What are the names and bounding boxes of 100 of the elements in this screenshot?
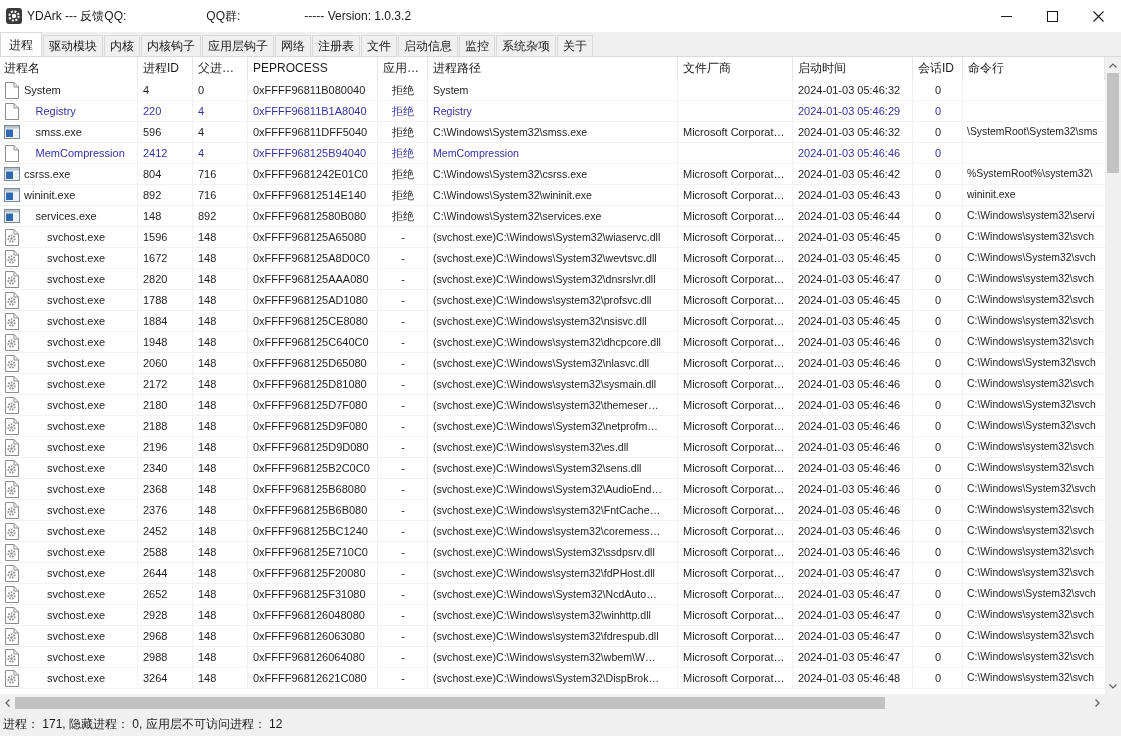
- parent-pid-cell-text: 148: [198, 377, 217, 392]
- tab[interactable]: 内核钩子: [141, 35, 201, 56]
- parent-pid-cell-text: 148: [198, 272, 217, 287]
- scroll-left-icon[interactable]: [5, 699, 10, 707]
- path-cell-text: MemCompression: [433, 146, 519, 161]
- start-time-cell-text: 2024-01-03 05:46:47: [798, 587, 901, 602]
- start-time-cell-text: 2024-01-03 05:46:47: [798, 650, 901, 665]
- vendor-cell-text: Microsoft Corporat…: [683, 545, 785, 560]
- vertical-scrollbar[interactable]: [1105, 57, 1121, 694]
- tab[interactable]: 驱动模块: [43, 35, 103, 56]
- peprocess-cell-text: 0xFFFF968125AAA080: [253, 272, 369, 287]
- window-title: YDArk --- 反馈QQ:: [27, 7, 127, 25]
- tab[interactable]: 关于: [557, 35, 593, 56]
- path-cell-text: (svchost.exe)C:\Windows\System32\wevtsvc.dll: [433, 251, 657, 266]
- command-line-cell-text: C:\Windows\system32\svch: [967, 503, 1095, 517]
- gear-icon: [6, 8, 22, 24]
- start-time-cell-text: 2024-01-03 05:46:45: [798, 251, 901, 266]
- gear-document-icon: [4, 312, 20, 330]
- access-cell-text: -: [401, 461, 405, 476]
- vendor-cell-text: Microsoft Corporat…: [683, 293, 785, 308]
- parent-pid-cell-text: 148: [198, 524, 217, 539]
- start-time-cell-text: 2024-01-03 05:46:46: [798, 545, 901, 560]
- peprocess-cell-text: 0xFFFF96812580B080: [253, 209, 367, 224]
- vendor-cell-text: Microsoft Corporat…: [683, 167, 785, 182]
- peprocess-cell-text: 0xFFFF968125AD1080: [253, 293, 368, 308]
- gear-document-icon: [4, 438, 20, 456]
- parent-pid-cell-text: 148: [198, 587, 217, 602]
- start-time-cell-text: 2024-01-03 05:46:47: [798, 566, 901, 581]
- peprocess-cell-text: 0xFFFF968125F31080: [253, 587, 366, 602]
- path-cell-text: (svchost.exe)C:\Windows\System32\NcdAuto…: [433, 587, 657, 602]
- access-cell-text: -: [401, 230, 405, 245]
- start-time-cell-text: 2024-01-03 05:46:46: [798, 335, 901, 350]
- scroll-right-icon[interactable]: [1095, 699, 1100, 707]
- command-line-cell-text: C:\Windows\system32\svch: [967, 461, 1095, 475]
- tab[interactable]: 文件: [361, 35, 397, 56]
- session-id-cell-text: 0: [934, 608, 942, 623]
- tab[interactable]: 应用层钩子: [202, 35, 274, 56]
- tab[interactable]: 启动信息: [398, 35, 458, 56]
- scroll-thumb[interactable]: [1107, 73, 1119, 173]
- access-cell-text: -: [401, 566, 405, 581]
- parent-pid-cell-text: 148: [198, 314, 217, 329]
- session-id-cell-text: 0: [934, 440, 942, 455]
- gear-document-icon: [4, 417, 20, 435]
- path-cell-text: C:\Windows\System32\services.exe: [433, 209, 602, 224]
- session-id-cell-text: 0: [934, 209, 942, 224]
- gear-document-icon: [4, 375, 20, 393]
- horizontal-scrollbar[interactable]: [0, 694, 1105, 712]
- tab[interactable]: 网络: [275, 35, 311, 56]
- access-cell-text: -: [401, 650, 405, 665]
- path-cell-text: (svchost.exe)C:\Windows\system32\es.dll: [433, 440, 629, 455]
- process-name: svchost.exe: [47, 461, 106, 476]
- tab[interactable]: 进程: [0, 32, 42, 56]
- session-id-cell-text: 0: [934, 167, 942, 182]
- peprocess-cell-text: 0xFFFF968125D81080: [253, 377, 367, 392]
- start-time-cell-text: 2024-01-03 05:46:48: [798, 671, 901, 686]
- gear-document-icon: [4, 627, 20, 645]
- file-icon: [4, 144, 20, 162]
- pid-cell-text: 2196: [143, 440, 168, 455]
- access-cell-text: -: [401, 314, 405, 329]
- session-id-cell-text: 0: [934, 629, 942, 644]
- pid-cell-text: 1788: [143, 293, 168, 308]
- pid-cell-text: 2452: [143, 524, 168, 539]
- access-cell-text: -: [401, 440, 405, 455]
- session-id-cell-text: 0: [934, 398, 942, 413]
- path-cell-text: (svchost.exe)C:\Windows\System32\DispBrok…: [433, 671, 660, 686]
- parent-pid-cell-text: 148: [198, 503, 217, 518]
- access-cell-text: 拒绝: [392, 209, 414, 224]
- peprocess-cell-text: 0xFFFF96811B1A8040: [253, 104, 367, 119]
- pid-cell-text: 2644: [143, 566, 168, 581]
- parent-pid-cell-text: 148: [198, 419, 217, 434]
- path-cell-text: C:\Windows\System32\wininit.exe: [433, 188, 592, 203]
- pid-cell-text: 2340: [143, 461, 168, 476]
- command-line-cell-text: C:\Windows\system32\svch: [967, 650, 1095, 664]
- vendor-cell-text: Microsoft Corporat…: [683, 377, 785, 392]
- parent-pid-cell-text: 148: [198, 335, 217, 350]
- parent-pid-cell-text: 148: [198, 461, 217, 476]
- parent-pid-cell-text: 148: [198, 251, 217, 266]
- scroll-down-icon[interactable]: [1109, 684, 1117, 689]
- gear-document-icon: [4, 606, 20, 624]
- tab[interactable]: 注册表: [312, 35, 360, 56]
- process-name: System: [24, 83, 61, 98]
- access-cell-text: -: [401, 545, 405, 560]
- access-cell-text: -: [401, 671, 405, 686]
- scroll-up-icon[interactable]: [1109, 63, 1117, 68]
- path-cell-text: (svchost.exe)C:\Windows\System32\dnsrslvr.dll: [433, 272, 656, 287]
- parent-pid-cell-text: 148: [198, 230, 217, 245]
- parent-pid-cell-text: 148: [198, 356, 217, 371]
- command-line-cell-text: C:\Windows\system32\svch: [967, 293, 1095, 307]
- access-cell-text: -: [401, 419, 405, 434]
- command-line-cell-text: C:\Windows\system32\svch: [967, 671, 1095, 685]
- command-line-cell-text: C:\Windows\system32\svch: [967, 230, 1095, 244]
- parent-pid-cell-text: 148: [198, 566, 217, 581]
- tab[interactable]: 内核: [104, 35, 140, 56]
- vendor-cell-text: Microsoft Corporat…: [683, 125, 785, 140]
- scroll-thumb[interactable]: [15, 697, 885, 709]
- tab[interactable]: 系统杂项: [496, 35, 556, 56]
- pid-cell-text: 2060: [143, 356, 168, 371]
- tab[interactable]: 监控: [459, 35, 495, 56]
- path-cell-text: (svchost.exe)C:\Windows\System32\AudioEnd…: [433, 482, 663, 497]
- start-time-cell-text: 2024-01-03 05:46:46: [798, 482, 901, 497]
